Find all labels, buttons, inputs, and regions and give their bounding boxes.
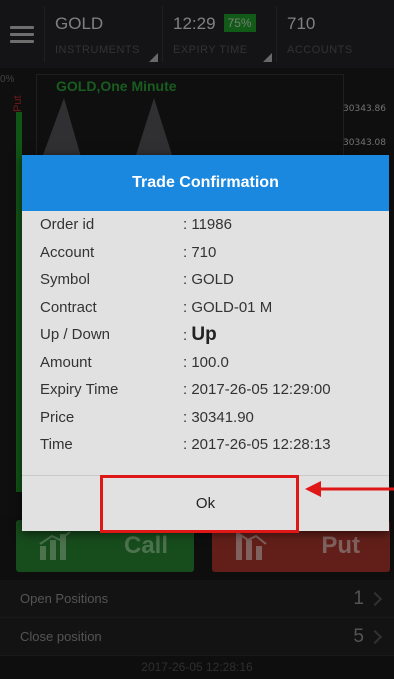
- annotation-arrow-icon: [305, 481, 394, 497]
- detail-value: : 100.0: [183, 353, 229, 371]
- detail-row: Up / Down : Up: [22, 321, 389, 349]
- trade-details: Order id : 11986 Account : 710 Symbol : …: [22, 211, 389, 459]
- detail-value: : 2017-26-05 12:29:00: [183, 381, 331, 399]
- detail-row: Contract : GOLD-01 M: [22, 294, 389, 322]
- detail-row: Amount : 100.0: [22, 349, 389, 377]
- detail-key: Time: [40, 436, 73, 454]
- detail-row: Order id : 11986: [22, 211, 389, 239]
- detail-value: : GOLD: [183, 271, 234, 289]
- detail-value: : 30341.90: [183, 408, 254, 426]
- detail-row: Time : 2017-26-05 12:28:13: [22, 431, 389, 459]
- detail-key: Price: [40, 408, 75, 426]
- detail-row: Symbol : GOLD: [22, 266, 389, 294]
- detail-value: : 2017-26-05 12:28:13: [183, 436, 331, 454]
- detail-row: Price : 30341.90: [22, 404, 389, 432]
- detail-key: Contract: [40, 298, 97, 316]
- detail-key: Up / Down: [40, 326, 111, 344]
- detail-key: Account: [40, 243, 95, 261]
- detail-key: Expiry Time: [40, 381, 119, 399]
- detail-key: Symbol: [40, 271, 91, 289]
- dialog-title: Trade Confirmation: [22, 155, 389, 211]
- detail-row: Expiry Time : 2017-26-05 12:29:00: [22, 376, 389, 404]
- detail-value: : 710: [183, 243, 217, 261]
- direction-value: Up: [191, 323, 217, 345]
- detail-key: Order id: [40, 216, 95, 234]
- annotation-highlight-box: [100, 475, 299, 533]
- detail-row: Account : 710: [22, 239, 389, 267]
- detail-value: : GOLD-01 M: [183, 298, 273, 316]
- detail-value: : 11986: [183, 216, 232, 234]
- detail-key: Amount: [40, 353, 92, 371]
